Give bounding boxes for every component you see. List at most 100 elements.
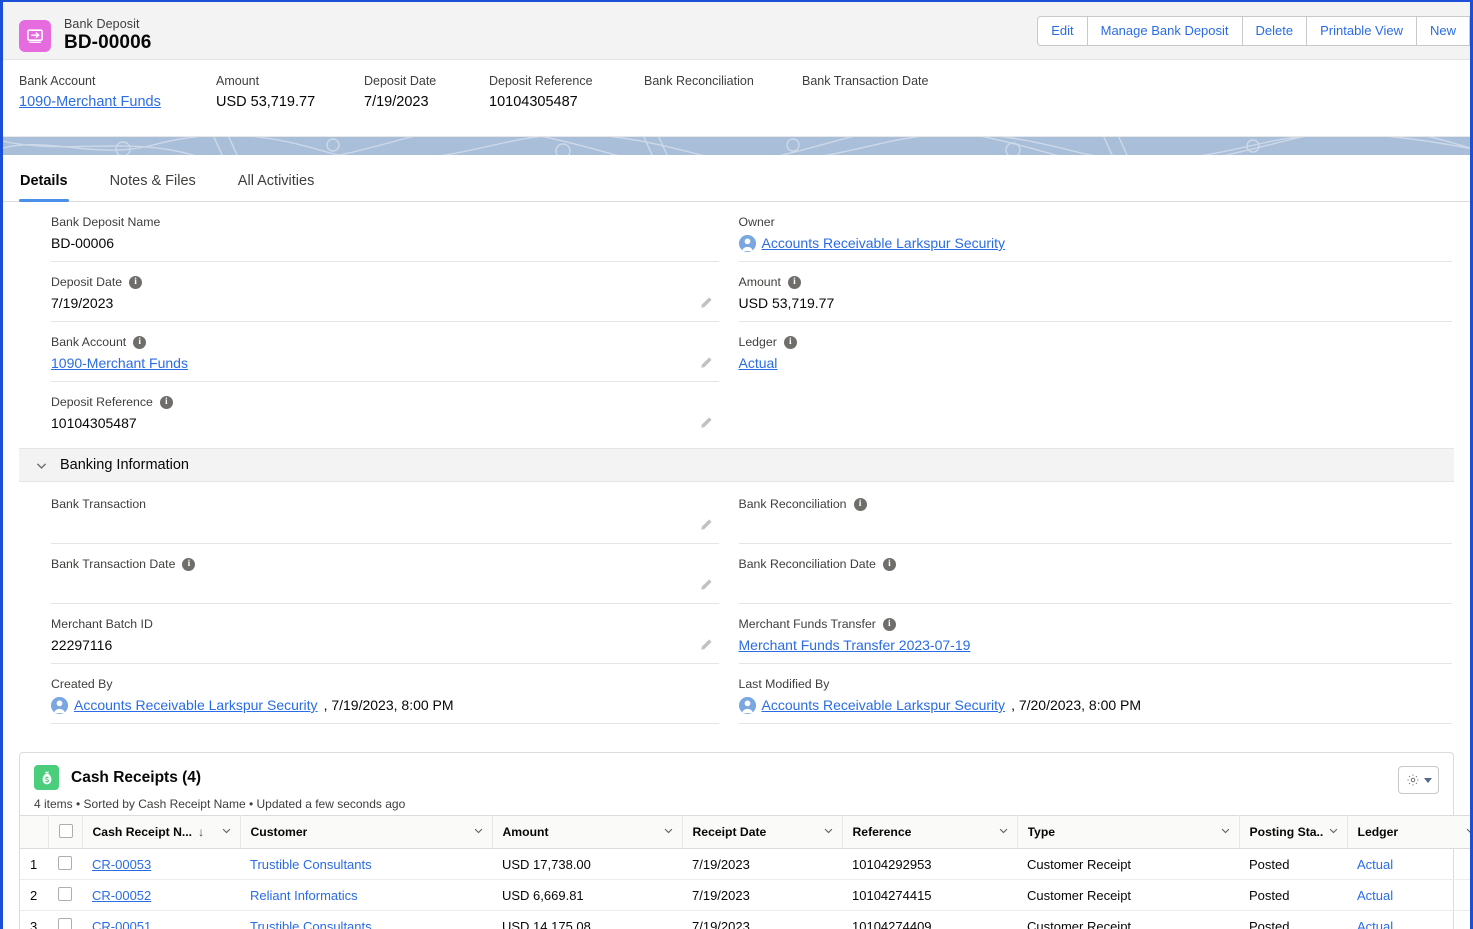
ledger-link[interactable]: Actual bbox=[1357, 919, 1393, 929]
tab-notes-files[interactable]: Notes & Files bbox=[109, 173, 215, 201]
highlight-value: 1090-Merchant Funds bbox=[19, 94, 216, 110]
new-button[interactable]: New bbox=[1415, 16, 1470, 46]
column-header-posting-status[interactable]: Posting Sta... bbox=[1239, 815, 1348, 849]
ledger-link[interactable]: Actual bbox=[739, 355, 778, 371]
row-number: 2 bbox=[20, 879, 48, 911]
bank-account-link[interactable]: 1090-Merchant Funds bbox=[19, 94, 161, 110]
delete-button[interactable]: Delete bbox=[1241, 16, 1307, 46]
table-header-row: Cash Receipt N... ↓ Customer Amount Rece… bbox=[20, 815, 1470, 849]
list-settings-button[interactable] bbox=[1398, 766, 1439, 794]
field-value: Accounts Receivable Larkspur Security , … bbox=[738, 696, 1419, 714]
chevron-down-icon[interactable] bbox=[1220, 825, 1231, 839]
field-value: USD 53,719.77 bbox=[738, 295, 835, 311]
field-bank-transaction-date: Bank Transaction Date i bbox=[51, 544, 719, 604]
printable-view-button[interactable]: Printable View bbox=[1306, 16, 1416, 46]
cell-customer: Reliant Informatics bbox=[240, 879, 492, 911]
customer-link[interactable]: Trustible Consultants bbox=[250, 919, 372, 929]
field-value bbox=[739, 516, 1419, 534]
field-label-text: Bank Reconciliation bbox=[738, 497, 847, 511]
edit-pencil-icon[interactable] bbox=[699, 416, 713, 430]
field-label-text: Deposit Reference bbox=[51, 395, 153, 409]
info-icon[interactable]: i bbox=[129, 275, 143, 289]
field-label: Created By bbox=[51, 677, 685, 691]
info-icon[interactable]: i bbox=[783, 335, 797, 349]
record-actions: Edit Manage Bank Deposit Delete Printabl… bbox=[1037, 16, 1470, 46]
row-checkbox[interactable] bbox=[58, 886, 72, 901]
highlight-label: Amount bbox=[216, 74, 260, 88]
column-label: Cash Receipt N... bbox=[92, 825, 193, 839]
table-row[interactable]: 2 CR-00052 Reliant Informatics USD 6,669… bbox=[20, 879, 1470, 911]
field-label-text: Merchant Batch ID bbox=[51, 617, 153, 631]
last-modified-by-link[interactable]: Accounts Receivable Larkspur Security bbox=[762, 697, 1006, 713]
edit-pencil-icon[interactable] bbox=[699, 296, 713, 310]
manage-bank-deposit-button[interactable]: Manage Bank Deposit bbox=[1086, 16, 1242, 46]
ledger-link[interactable]: Actual bbox=[1357, 857, 1393, 872]
edit-pencil-icon[interactable] bbox=[699, 356, 713, 370]
column-label: Posting Sta... bbox=[1249, 825, 1324, 839]
chevron-down-icon[interactable] bbox=[473, 825, 484, 839]
column-header-receipt-date[interactable]: Receipt Date bbox=[682, 815, 843, 849]
chevron-down-icon[interactable] bbox=[998, 825, 1009, 839]
column-header-cash-receipt-name[interactable]: Cash Receipt N... ↓ bbox=[82, 815, 241, 849]
banking-information-section-header[interactable]: Banking Information bbox=[19, 448, 1454, 482]
field-deposit-date: Deposit Date i 7/19/2023 bbox=[51, 262, 719, 322]
edit-pencil-icon[interactable] bbox=[699, 518, 713, 532]
field-value: 1090-Merchant Funds bbox=[51, 354, 685, 372]
section-title: Banking Information bbox=[60, 457, 189, 473]
info-icon[interactable]: i bbox=[159, 395, 173, 409]
field-label-text: Deposit Date bbox=[51, 275, 123, 289]
column-header-ledger[interactable]: Ledger bbox=[1347, 815, 1470, 849]
chevron-down-icon[interactable] bbox=[663, 825, 674, 839]
tab-details[interactable]: Details bbox=[19, 173, 87, 202]
ledger-link[interactable]: Actual bbox=[1357, 888, 1393, 903]
column-header-type[interactable]: Type bbox=[1017, 815, 1240, 849]
merchant-funds-transfer-link[interactable]: Merchant Funds Transfer 2023-07-19 bbox=[739, 637, 971, 653]
chevron-down-icon[interactable] bbox=[221, 825, 232, 839]
highlight-bank-reconciliation: Bank Reconciliation bbox=[644, 74, 802, 136]
related-list-title[interactable]: Cash Receipts (4) bbox=[71, 769, 201, 787]
chevron-down-icon[interactable] bbox=[1328, 825, 1339, 839]
info-icon[interactable]: i bbox=[853, 497, 867, 511]
info-icon[interactable]: i bbox=[882, 617, 896, 631]
field-label-text: Created By bbox=[51, 677, 113, 691]
chevron-down-icon[interactable] bbox=[1465, 825, 1470, 839]
customer-link[interactable]: Trustible Consultants bbox=[250, 857, 372, 872]
highlight-label: Deposit Reference bbox=[489, 74, 593, 88]
cell-receipt-date: 7/19/2023 bbox=[682, 910, 842, 929]
edit-pencil-icon[interactable] bbox=[699, 638, 713, 652]
highlight-label: Bank Transaction Date bbox=[802, 74, 929, 88]
last-modified-date: , 7/20/2023, 8:00 PM bbox=[1011, 697, 1142, 713]
row-checkbox[interactable] bbox=[58, 917, 72, 929]
edit-pencil-icon[interactable] bbox=[699, 578, 713, 592]
field-label: Merchant Batch ID bbox=[51, 617, 685, 631]
cash-receipt-link[interactable]: CR-00052 bbox=[92, 888, 151, 903]
field-label-text: Merchant Funds Transfer bbox=[738, 617, 876, 631]
bank-account-link[interactable]: 1090-Merchant Funds bbox=[51, 355, 188, 371]
table-row[interactable]: 1 CR-00053 Trustible Consultants USD 17,… bbox=[20, 848, 1470, 880]
field-label: Bank Transaction bbox=[51, 497, 685, 511]
cash-receipt-link[interactable]: CR-00053 bbox=[92, 857, 151, 872]
select-all-checkbox[interactable] bbox=[58, 823, 73, 838]
column-header-amount[interactable]: Amount bbox=[492, 815, 683, 849]
record-header: Bank Deposit BD-00006 Edit Manage Bank D… bbox=[3, 2, 1470, 60]
chevron-down-icon[interactable] bbox=[823, 825, 834, 839]
column-header-customer[interactable]: Customer bbox=[240, 815, 493, 849]
field-bank-deposit-name: Bank Deposit Name BD-00006 bbox=[51, 202, 719, 262]
info-icon[interactable]: i bbox=[182, 557, 196, 571]
info-icon[interactable]: i bbox=[133, 335, 147, 349]
field-label: Merchant Funds Transfer i bbox=[739, 617, 1419, 631]
table-row[interactable]: 3 CR-00051 Trustible Consultants USD 14,… bbox=[20, 910, 1470, 929]
field-value: BD-00006 bbox=[51, 235, 115, 251]
column-header-reference[interactable]: Reference bbox=[842, 815, 1018, 849]
row-checkbox[interactable] bbox=[58, 855, 72, 870]
edit-button[interactable]: Edit bbox=[1037, 16, 1087, 46]
cash-receipt-link[interactable]: CR-00051 bbox=[92, 919, 151, 929]
info-icon[interactable]: i bbox=[787, 275, 801, 289]
customer-link[interactable]: Reliant Informatics bbox=[250, 888, 358, 903]
created-by-link[interactable]: Accounts Receivable Larkspur Security bbox=[74, 697, 318, 713]
gear-icon bbox=[1407, 774, 1418, 786]
owner-link[interactable]: Accounts Receivable Larkspur Security bbox=[762, 235, 1006, 251]
tab-all-activities[interactable]: All Activities bbox=[237, 173, 334, 201]
info-icon[interactable]: i bbox=[882, 557, 896, 571]
column-label: Receipt Date bbox=[692, 825, 767, 839]
